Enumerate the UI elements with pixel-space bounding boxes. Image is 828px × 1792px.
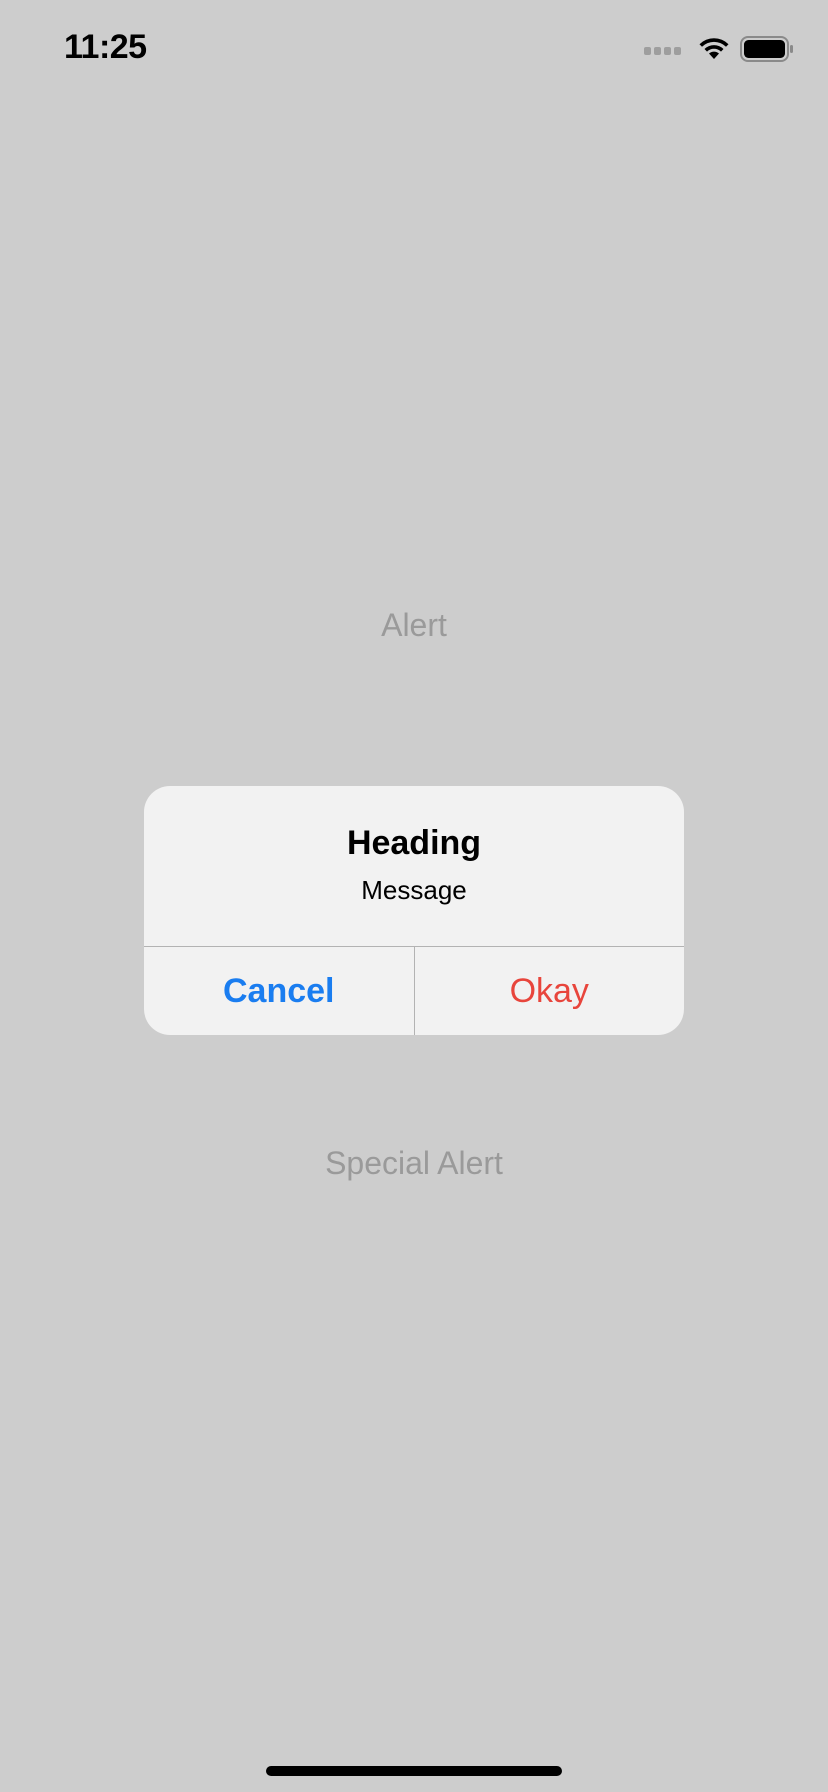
cellular-signal-icon: [644, 37, 684, 61]
status-icons: [644, 34, 794, 64]
alert-actions: Cancel Okay: [144, 946, 684, 1035]
battery-icon: [740, 36, 794, 62]
status-time: 11:25: [64, 28, 147, 66]
alert-button[interactable]: Alert: [0, 607, 828, 644]
alert-dialog: Heading Message Cancel Okay: [144, 786, 684, 1035]
okay-button[interactable]: Okay: [415, 947, 685, 1035]
alert-body: Heading Message: [144, 786, 684, 946]
special-alert-button[interactable]: Special Alert: [0, 1145, 828, 1182]
cancel-button[interactable]: Cancel: [144, 947, 415, 1035]
wifi-icon: [698, 37, 730, 61]
app-screen: 11:25 Alert Special Alert Heading Messag…: [0, 0, 828, 1792]
alert-message: Message: [361, 875, 467, 905]
alert-title: Heading: [346, 824, 482, 862]
home-indicator[interactable]: [266, 1766, 562, 1776]
